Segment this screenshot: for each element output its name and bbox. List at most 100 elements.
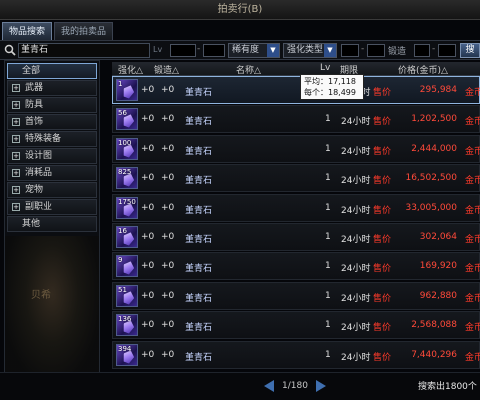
gem-item-icon[interactable]: 16 (116, 226, 138, 248)
forge-min-input[interactable] (414, 44, 430, 57)
cell-level: 1 (325, 143, 331, 154)
tab-my-auctions[interactable]: 我的拍卖品 (54, 22, 114, 40)
gem-item-icon[interactable]: 9 (116, 255, 138, 278)
header-enhance[interactable]: 强化△ (118, 63, 143, 76)
chevron-down-icon: ▼ (267, 44, 279, 57)
gem-item-icon[interactable]: 1750 (116, 196, 138, 219)
cell-level: 1 (325, 114, 331, 125)
gem-shape (121, 84, 136, 100)
cell-name: 堇青石 (185, 323, 213, 334)
sidebar-item-label: 其他 (22, 219, 41, 229)
rarity-dropdown[interactable]: 稀有度 ▼ (228, 43, 280, 58)
table-row[interactable]: 825 +0 +0 堇青石 1 24小时 售价 16,502,500 金币 (112, 164, 480, 193)
next-page-icon[interactable] (315, 380, 326, 392)
expand-plus-icon[interactable]: + (12, 84, 20, 92)
expand-plus-icon[interactable]: + (12, 135, 20, 143)
expand-plus-icon[interactable]: + (12, 101, 20, 109)
sidebar-item-category[interactable]: + 宠物 (7, 182, 97, 198)
cell-level: 1 (325, 232, 331, 242)
sidebar-item-category[interactable]: + 副职业 (7, 199, 97, 215)
cell-time: 24小时 (341, 293, 371, 304)
cell-sale-status: 售价 (373, 264, 392, 275)
cell-time: 24小时 (341, 352, 371, 363)
cell-enhance: +0 (141, 85, 155, 95)
stack-count: 1750 (118, 197, 136, 206)
cell-forge: +0 (161, 232, 175, 242)
table-row[interactable]: 100 +0 +0 堇青石 1 24小时 售价 2,444,000 金币 (112, 134, 480, 163)
sidebar-item-label: 副职业 (25, 202, 53, 212)
table-row[interactable]: 56 +0 +0 堇青石 1 24小时 售价 1,202,500 金币 (112, 105, 480, 134)
expand-plus-icon[interactable]: + (12, 152, 20, 160)
tab-item-search[interactable]: 物品搜索 (2, 22, 53, 40)
pagination: 1/180 (264, 379, 326, 393)
cell-time: 24小时 (341, 323, 371, 334)
cell-forge: +0 (161, 349, 175, 360)
table-row[interactable]: 1+0+0堇青石124小时售价295,984金币 (112, 76, 480, 104)
sidebar-item-category[interactable]: + 特殊装备 (7, 131, 97, 147)
search-button[interactable]: 搜 (460, 43, 480, 58)
gem-item-icon[interactable]: 1 (116, 79, 138, 101)
sidebar-item-label: 武器 (25, 83, 44, 93)
category-sidebar: 贝希 全部 + 武器 + 防具 + 首饰 + 特殊装备 + 设计图 + 消耗品 + 宠物 + 副职业 其他 (4, 60, 100, 382)
cell-sale-status: 售价 (373, 323, 392, 334)
cell-forge: +0 (161, 143, 175, 154)
header-price[interactable]: 价格(金币)△ (398, 63, 448, 76)
header-level[interactable]: Lv (320, 63, 330, 73)
level-range-dash: - (197, 44, 201, 54)
sidebar-item-category[interactable]: + 防具 (7, 97, 97, 113)
level-min-input[interactable] (170, 44, 196, 57)
cell-sale-status: 售价 (373, 88, 392, 98)
gem-item-icon[interactable]: 394 (116, 343, 138, 366)
cell-time: 24小时 (341, 117, 371, 128)
expand-plus-icon[interactable]: + (12, 118, 20, 126)
table-row[interactable]: 394 +0 +0 堇青石 1 24小时 售价 7,440,296 金币 (112, 340, 480, 369)
cell-level: 1 (325, 349, 331, 360)
table-row[interactable]: 1750 +0 +0 堇青石 1 24小时 售价 33,005,000 金币 (112, 193, 480, 222)
tab-bar: 物品搜索 我的拍卖品 (2, 22, 114, 40)
sidebar-item-category[interactable]: + 设计图 (7, 148, 97, 164)
stack-count: 825 (118, 168, 132, 177)
sidebar-item-category[interactable]: 全部 (7, 63, 97, 79)
cell-forge: +0 (161, 114, 175, 125)
sidebar-item-label: 全部 (22, 66, 41, 76)
cell-price: 169,920 (419, 261, 457, 272)
gem-shape (121, 260, 136, 276)
table-row[interactable]: 51 +0 +0 堇青石 1 24小时 售价 962,880 金币 (112, 281, 480, 310)
enhance-min-input[interactable] (341, 44, 359, 57)
table-row[interactable]: 16 +0 +0 堇青石 1 24小时 售价 302,064 金币 (112, 223, 480, 251)
cell-level: 1 (325, 261, 331, 272)
sidebar-item-category[interactable]: + 武器 (7, 80, 97, 96)
enhance-type-dropdown[interactable]: 强化类型 ▼ (283, 43, 337, 58)
cell-enhance: +0 (141, 349, 155, 360)
gem-item-icon[interactable]: 51 (116, 284, 138, 307)
prev-page-icon[interactable] (264, 380, 274, 392)
sidebar-item-category[interactable]: 其他 (7, 216, 97, 232)
header-forge[interactable]: 锻造△ (154, 63, 179, 76)
forge-max-input[interactable] (438, 44, 456, 57)
cell-price: 33,005,000 (405, 202, 457, 213)
table-row[interactable]: 9 +0 +0 堇青石 1 24小时 售价 169,920 金币 (112, 252, 480, 281)
cell-price: 302,064 (419, 232, 457, 242)
expand-plus-icon[interactable]: + (12, 186, 20, 194)
cell-currency: 金币 (465, 293, 480, 304)
sidebar-item-category[interactable]: + 消耗品 (7, 165, 97, 181)
search-input[interactable]: 堇青石 (18, 43, 150, 58)
cell-currency: 金币 (465, 176, 480, 187)
cell-price: 2,444,000 (411, 143, 457, 154)
gem-item-icon[interactable]: 56 (116, 108, 138, 131)
stack-count: 51 (118, 285, 127, 294)
expand-plus-icon[interactable]: + (12, 203, 20, 211)
table-row[interactable]: 136 +0 +0 堇青石 1 24小时 售价 2,568,088 金币 (112, 311, 480, 340)
gem-item-icon[interactable]: 136 (116, 314, 138, 337)
cell-forge: +0 (161, 290, 175, 301)
cell-name: 堇青石 (185, 117, 213, 128)
level-max-input[interactable] (203, 44, 225, 57)
header-name[interactable]: 名称△ (236, 63, 261, 76)
enhance-max-input[interactable] (367, 44, 385, 57)
sidebar-item-category[interactable]: + 首饰 (7, 114, 97, 130)
gem-item-icon[interactable]: 825 (116, 167, 138, 190)
enhance-type-dropdown-label: 强化类型 (287, 45, 324, 55)
gem-item-icon[interactable]: 100 (116, 137, 138, 160)
stack-count: 394 (118, 344, 132, 353)
expand-plus-icon[interactable]: + (12, 169, 20, 177)
